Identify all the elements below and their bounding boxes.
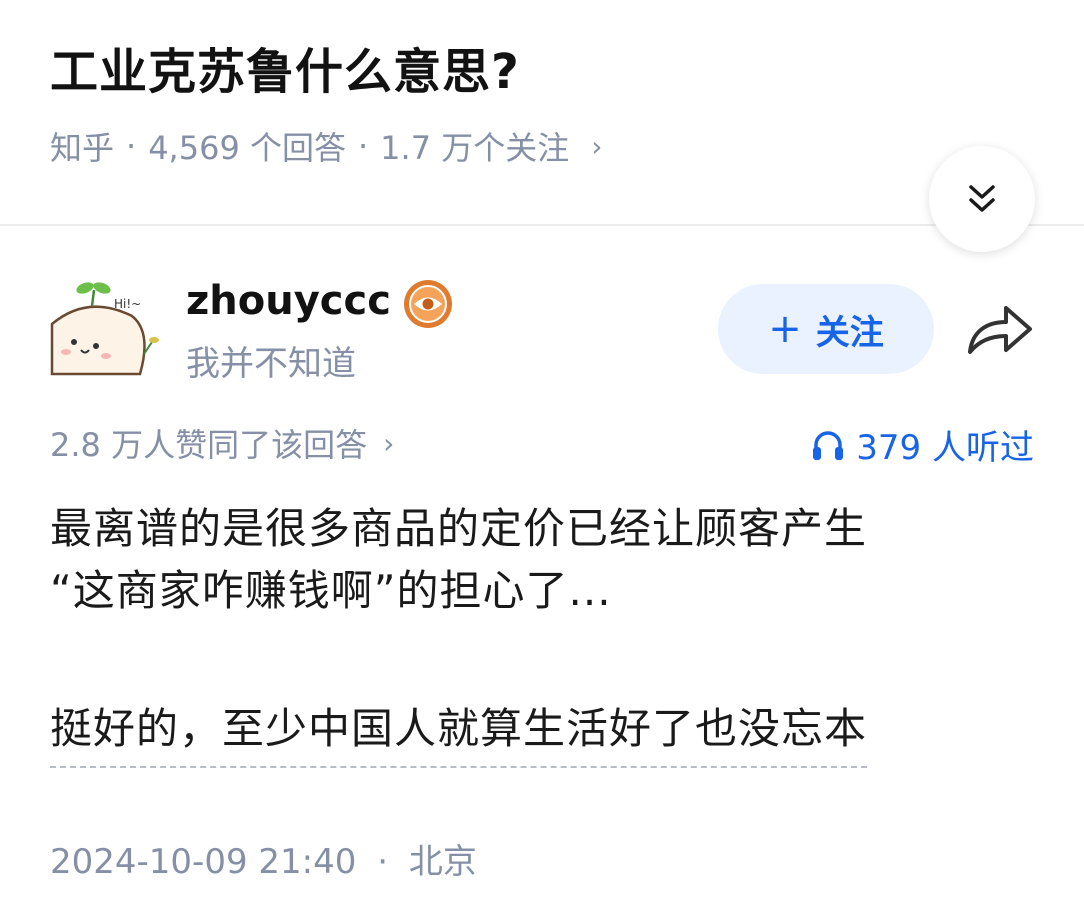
question-title[interactable]: 工业克苏鲁什么意思?: [50, 32, 520, 102]
answer-line: 最离谱的是很多商品的定价已经让顾客产生: [50, 504, 868, 553]
followers-count: 1.7 万个关注: [380, 129, 570, 167]
double-chevron-down-icon: [969, 185, 995, 212]
collapse-button[interactable]: [929, 146, 1035, 252]
separator-dot: ·: [377, 842, 389, 882]
verified-badge: [402, 278, 454, 330]
listen-text: 379 人听过: [856, 428, 1034, 468]
answer-location: 北京: [408, 842, 477, 882]
answers-count: 4,569 个回答: [148, 129, 346, 167]
header-divider: [0, 224, 1084, 226]
question-meta[interactable]: 知乎 · 4,569 个回答 · 1.7 万个关注 ›: [50, 123, 602, 169]
answer-datetime: 2024-10-09 21:40: [50, 842, 357, 882]
separator-dot: ·: [357, 127, 369, 165]
plus-icon: +: [768, 306, 802, 352]
avatar[interactable]: Hi!~: [48, 276, 160, 382]
source-label: 知乎: [50, 129, 115, 167]
author-bio: 我并不知道: [186, 344, 356, 384]
upvote-summary[interactable]: 2.8 万人赞同了该回答 ›: [50, 420, 394, 466]
answer-content[interactable]: 最离谱的是很多商品的定价已经让顾客产生 “这商家咋赚钱啊”的担心了... 挺好的…: [50, 498, 1040, 768]
chevron-right-icon: ›: [591, 129, 603, 163]
follow-label: 关注: [815, 312, 884, 353]
follow-button[interactable]: + 关注: [718, 284, 934, 374]
upvote-text: 2.8 万人赞同了该回答: [50, 426, 368, 464]
headphones-icon: [813, 430, 844, 460]
answer-footer: 2024-10-09 21:40 · 北京: [50, 834, 477, 883]
svg-text:Hi!~: Hi!~: [114, 297, 141, 311]
chevron-right-icon: ›: [383, 426, 395, 460]
share-button[interactable]: [964, 298, 1036, 360]
share-arrow-icon: [968, 306, 1032, 354]
listen-count[interactable]: 379 人听过: [810, 420, 1034, 469]
separator-dot: ·: [126, 127, 137, 165]
answer-line: 挺好的，至少中国人就算生活好了也没忘本: [50, 698, 868, 768]
author-name[interactable]: zhouyccc: [186, 278, 391, 324]
eye-badge-icon: [404, 280, 452, 328]
answer-line: “这商家咋赚钱啊”的担心了...: [50, 566, 612, 615]
